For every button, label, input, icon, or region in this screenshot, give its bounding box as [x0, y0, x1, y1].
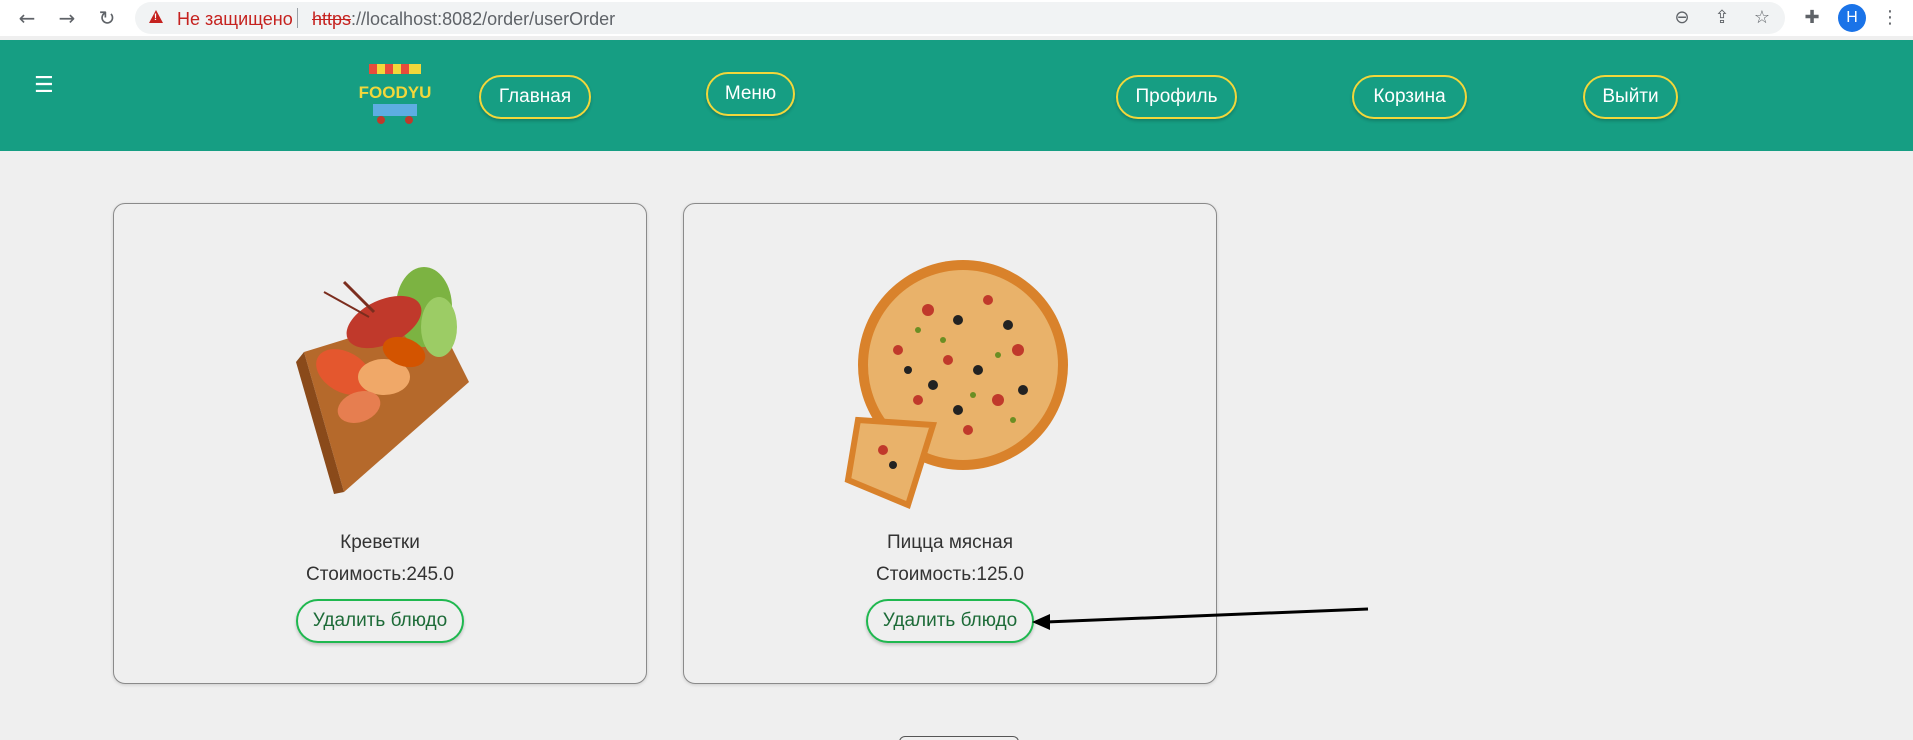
footer-button-partial[interactable]	[899, 736, 1019, 740]
annotation-arrow	[1032, 607, 1369, 630]
arrow-head	[1032, 614, 1050, 630]
arrow-line	[1045, 607, 1369, 624]
